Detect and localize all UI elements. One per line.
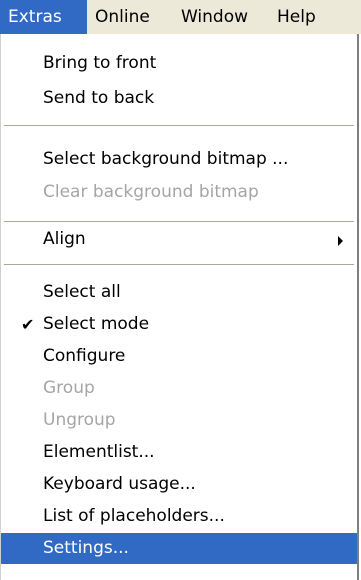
menu-separator: [4, 221, 354, 223]
menu-item-label: Select all: [43, 282, 121, 302]
menu-item-elementlist[interactable]: Elementlist...: [1, 437, 357, 468]
menu-item-ungroup: Ungroup: [1, 405, 357, 436]
menu-item-group: Group: [1, 373, 357, 404]
menu-item-select-background-bitmap[interactable]: Select background bitmap ...: [1, 144, 357, 175]
menu-item-label: Align: [43, 229, 86, 249]
menu-item-align[interactable]: Align: [1, 224, 357, 255]
menu-separator: [4, 125, 354, 127]
menu-item-label: Bring to front: [43, 53, 157, 73]
menu-item-configure[interactable]: Configure: [1, 341, 357, 372]
menu-item-bring-to-front[interactable]: Bring to front: [1, 48, 357, 79]
menu-item-keyboard-usage[interactable]: Keyboard usage...: [1, 469, 357, 500]
menu-item-label: Keyboard usage...: [43, 474, 196, 494]
menu-item-label: Clear background bitmap: [43, 182, 259, 202]
menu-window[interactable]: Window: [173, 0, 269, 34]
menu-online[interactable]: Online: [87, 0, 173, 34]
menu-item-label: Select background bitmap ...: [43, 149, 289, 169]
extras-dropdown-menu: Bring to front Send to back Select backg…: [0, 34, 359, 580]
menu-separator: [4, 264, 354, 266]
menu-item-label: Select mode: [43, 314, 150, 334]
menu-item-clear-background-bitmap: Clear background bitmap: [1, 177, 357, 208]
check-icon: ✔: [21, 315, 35, 334]
menu-item-list-of-placeholders[interactable]: List of placeholders...: [1, 501, 357, 532]
menu-item-label: Send to back: [43, 88, 155, 108]
submenu-arrow-icon: [338, 236, 343, 246]
menu-item-label: Ungroup: [43, 410, 116, 430]
menu-bar: Extras Online Window Help: [0, 0, 361, 34]
menu-extras[interactable]: Extras: [0, 0, 87, 34]
menu-item-settings[interactable]: Settings...: [1, 533, 357, 564]
menu-item-label: Settings...: [43, 538, 129, 558]
menu-item-send-to-back[interactable]: Send to back: [1, 83, 357, 114]
menu-item-label: Elementlist...: [43, 442, 155, 462]
menu-item-select-mode[interactable]: ✔ Select mode: [1, 309, 357, 340]
menu-item-label: Group: [43, 378, 95, 398]
menu-item-label: List of placeholders...: [43, 506, 225, 526]
menu-item-label: Configure: [43, 346, 126, 366]
menu-help[interactable]: Help: [269, 0, 333, 34]
menu-item-select-all[interactable]: Select all: [1, 277, 357, 308]
